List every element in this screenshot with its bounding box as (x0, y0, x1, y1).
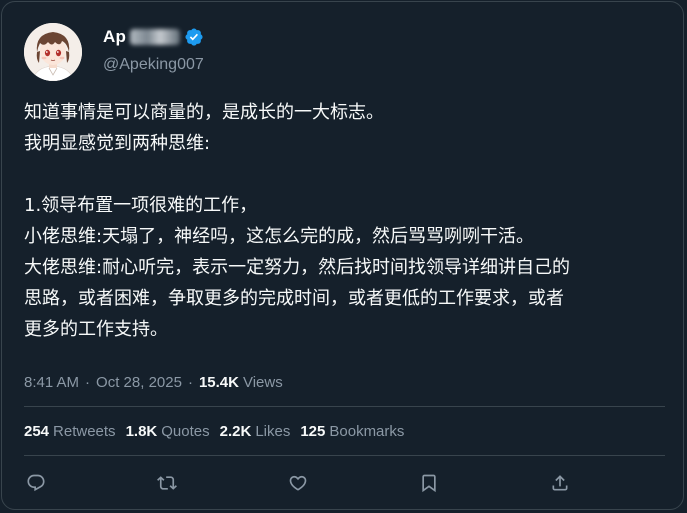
like-icon (289, 475, 307, 491)
tweet-meta: 8:41 AM · Oct 28, 2025 · 15.4K Views (24, 374, 283, 391)
tweet-text-line: 思路，或者困难，争取更多的完成时间，或者更低的工作要求，或者 (24, 288, 564, 309)
action-bar (24, 471, 584, 495)
share-button[interactable] (548, 471, 572, 495)
share-icon (552, 475, 568, 491)
author-name-row[interactable]: Ap (103, 26, 204, 48)
stat-bookmarks[interactable]: 125 Bookmarks (300, 423, 404, 440)
like-button[interactable] (286, 471, 310, 495)
divider (24, 406, 665, 407)
views-count: 15.4K (198, 374, 239, 391)
meta-separator: · (85, 374, 91, 391)
stat-label: Retweets (53, 423, 116, 440)
retweet-button[interactable] (155, 471, 179, 495)
engagement-stats: 254 Retweets 1.8K Quotes 2.2K Likes 125 Book… (24, 423, 404, 440)
tweet-text-line: 知道事情是可以商量的，是成长的一大标志。 (24, 102, 384, 123)
stat-retweets[interactable]: 254 Retweets (24, 423, 116, 440)
stat-count: 125 (300, 423, 326, 440)
tweet-text-line (24, 159, 664, 190)
tweet-text-line: 我明显感觉到两种思维: (24, 133, 211, 154)
stat-label: Likes (255, 423, 291, 440)
avatar-illustration (24, 23, 82, 81)
divider (24, 455, 665, 456)
reply-icon (27, 474, 45, 492)
views-label: Views (242, 374, 283, 391)
tweet-card: Ap @Apeking007 知道事情是可以商量的，是成长的一大标志。 我明显感… (1, 1, 684, 510)
stat-label: Bookmarks (329, 423, 405, 440)
stat-count: 1.8K (125, 423, 158, 440)
retweet-icon (157, 476, 177, 490)
stat-count: 254 (24, 423, 50, 440)
stat-label: Quotes (161, 423, 210, 440)
reply-button[interactable] (24, 471, 48, 495)
stat-count: 2.2K (219, 423, 252, 440)
bookmark-button[interactable] (417, 471, 441, 495)
tweet-text: 知道事情是可以商量的，是成长的一大标志。 我明显感觉到两种思维: 1.领导布置一… (24, 97, 664, 345)
verified-badge-icon (185, 28, 203, 46)
redacted-name-blur (130, 29, 181, 45)
tweet-text-line: 大佬思维:耐心听完，表示一定努力，然后找时间找领导详细讲自己的 (24, 257, 571, 278)
meta-separator: · (187, 374, 193, 391)
stat-likes[interactable]: 2.2K Likes (220, 423, 291, 440)
bookmark-icon (422, 474, 436, 493)
tweet-time[interactable]: 8:41 AM (24, 374, 79, 391)
author-display-name[interactable]: Ap (103, 27, 126, 47)
author-handle[interactable]: @Apeking007 (103, 56, 204, 74)
tweet-text-line: 小佬思维:天塌了，神经吗，这怎么完的成，然后骂骂咧咧干活。 (24, 226, 535, 247)
tweet-text-line: 1.领导布置一项很难的工作， (24, 195, 258, 216)
tweet-date[interactable]: Oct 28, 2025 (96, 374, 182, 391)
stat-quotes[interactable]: 1.8K Quotes (126, 423, 210, 440)
avatar[interactable] (24, 23, 82, 81)
tweet-text-line: 更多的工作支持。 (24, 319, 168, 340)
